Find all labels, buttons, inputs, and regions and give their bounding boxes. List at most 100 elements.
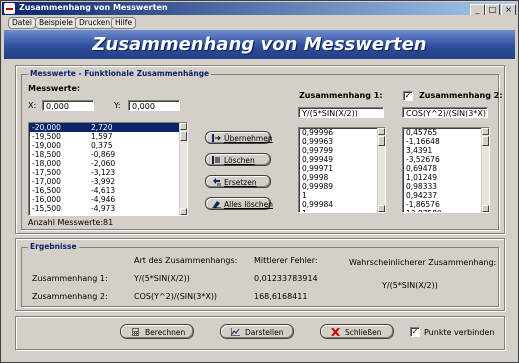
loeschen-button[interactable]: Löschen bbox=[205, 153, 271, 166]
list-item[interactable]: 0,99984 bbox=[299, 200, 385, 209]
col-fehler-header: Mittlerer Fehler: bbox=[254, 256, 318, 265]
result-row2-label: Zusammenhang 2: bbox=[32, 292, 108, 301]
list-item[interactable]: -3,52676 bbox=[403, 155, 489, 164]
count-value: 81 bbox=[103, 218, 114, 227]
list-item[interactable]: 0,69478 bbox=[403, 164, 489, 173]
title-bar[interactable]: Zusammenhang von Messwerten _ □ × bbox=[2, 2, 517, 16]
app-icon bbox=[4, 3, 15, 14]
list-item[interactable]: 0,94237 bbox=[403, 191, 489, 200]
list-item[interactable]: 0,98333 bbox=[403, 182, 489, 191]
zh2-values-list[interactable]: 0,45765 -1,16648 3,4391 -3,52676 0,69478 1,01… bbox=[402, 127, 490, 213]
uebernehmen-button[interactable]: Übernehmen bbox=[205, 131, 273, 144]
scroll-down-arrow-icon[interactable] bbox=[482, 205, 489, 212]
zh2-scrollbar[interactable] bbox=[481, 128, 489, 212]
y-value-cell: 1,597 bbox=[91, 132, 113, 141]
list-item[interactable]: 3,4391 bbox=[403, 146, 489, 155]
list-item[interactable]: -15,500 -4,973 bbox=[29, 204, 187, 213]
list-item[interactable]: 0,99989 bbox=[299, 182, 385, 191]
col-art-header: Art des Zusammenhangs: bbox=[134, 256, 238, 265]
list-item[interactable]: -16,500 -4,613 bbox=[29, 186, 187, 195]
x-value-cell: -15,500 bbox=[32, 204, 61, 213]
value-cell: 0,45765 bbox=[406, 128, 438, 137]
list-item[interactable]: 13,87589 bbox=[403, 209, 489, 212]
value-cell: 0,99996 bbox=[302, 128, 334, 137]
list-item[interactable]: -17,500 -3,123 bbox=[29, 168, 187, 177]
zh1-values-list[interactable]: 0,99996 0,99963 0,99799 0,99949 0,99971 0,999… bbox=[298, 127, 386, 213]
value-cell: 0,99989 bbox=[302, 182, 334, 191]
darstellen-button[interactable]: Darstellen bbox=[220, 324, 294, 339]
y-input[interactable]: 0,000 bbox=[128, 100, 180, 111]
punkte-checkbox[interactable]: ✓ bbox=[410, 327, 420, 337]
list-item[interactable]: 0,99963 bbox=[299, 137, 385, 146]
window-title: Zusammenhang von Messwerten bbox=[19, 3, 168, 12]
value-cell: -1,86576 bbox=[406, 200, 440, 209]
value-cell: 0,99963 bbox=[302, 137, 334, 146]
list-item[interactable]: 1 bbox=[299, 191, 385, 200]
scroll-thumb[interactable] bbox=[180, 131, 187, 141]
zh1-label: Zusammenhang 1: bbox=[299, 91, 383, 100]
list-item[interactable]: -16,000 -4,946 bbox=[29, 195, 187, 204]
value-cell: -3,52676 bbox=[406, 155, 440, 164]
scroll-up-arrow-icon[interactable] bbox=[482, 128, 489, 135]
menu-hilfe[interactable]: Hilfe bbox=[111, 17, 137, 29]
list-item[interactable]: -1,86576 bbox=[403, 200, 489, 209]
menu-beispiele[interactable]: Beispiele bbox=[35, 17, 77, 29]
list-item[interactable]: -19,000 0,375 bbox=[29, 141, 187, 150]
scroll-down-arrow-icon[interactable] bbox=[378, 205, 385, 212]
scroll-down-arrow-icon[interactable] bbox=[180, 208, 187, 215]
scroll-up-arrow-icon[interactable] bbox=[180, 123, 187, 130]
list-item[interactable]: 0,9998 bbox=[299, 173, 385, 182]
wahr-value: Y/(5*SIN(X/2)) bbox=[382, 281, 438, 290]
scroll-thumb[interactable] bbox=[482, 136, 489, 146]
list-item[interactable]: 0,99971 bbox=[299, 164, 385, 173]
value-cell: 0,99984 bbox=[302, 200, 334, 209]
x-value-cell: -16,500 bbox=[32, 186, 61, 195]
result-row1-art: Y/(5*SIN(X/2)) bbox=[134, 274, 190, 283]
zh1-scrollbar[interactable] bbox=[377, 128, 385, 212]
ersetzen-button[interactable]: Ersetzen bbox=[205, 175, 271, 188]
messwerte-scrollbar[interactable] bbox=[179, 123, 187, 215]
menu-bar: Datei Beispiele Drucken Hilfe bbox=[2, 15, 517, 29]
menu-datei[interactable]: Datei bbox=[8, 17, 37, 29]
result-row2-art: COS(Y^2)/(SIN(3*X)) bbox=[134, 292, 218, 301]
check-icon: ✓ bbox=[411, 327, 419, 336]
data-group: Messwerte - Funktionale Zusammenhänge Me… bbox=[21, 69, 503, 230]
y-value-cell: -4,946 bbox=[91, 195, 116, 204]
schliessen-label: Schließen bbox=[345, 328, 382, 337]
list-item[interactable]: 1 bbox=[299, 209, 385, 212]
list-item[interactable]: -17,000 -3,992 bbox=[29, 177, 187, 186]
menu-drucken[interactable]: Drucken bbox=[75, 17, 115, 29]
zh2-checkbox[interactable]: ✓ bbox=[403, 91, 413, 101]
value-cell: 0,99971 bbox=[302, 164, 334, 173]
y-value-cell: -0,869 bbox=[91, 150, 116, 159]
schliessen-button[interactable]: Schließen bbox=[320, 324, 394, 339]
results-group-title: Ergebnisse bbox=[28, 242, 79, 251]
list-item[interactable]: -20,000 2,720 bbox=[29, 123, 187, 132]
data-group-title: Messwerte - Funktionale Zusammenhänge bbox=[28, 69, 212, 78]
zh2-formula-input[interactable]: COS(Y^2)/(SIN(3*X)) bbox=[402, 107, 488, 118]
messwerte-list[interactable]: -20,000 2,720 -19,500 1,597 -19,000 0,375 -18,… bbox=[28, 122, 188, 216]
main-window: Zusammenhang von Messwerten _ □ × Datei … bbox=[0, 0, 519, 363]
x-input[interactable]: 0,000 bbox=[42, 100, 94, 111]
list-item[interactable]: -19,500 1,597 bbox=[29, 132, 187, 141]
x-value-cell: -18,500 bbox=[32, 150, 61, 159]
list-item[interactable]: 0,99799 bbox=[299, 146, 385, 155]
list-item[interactable]: 0,99996 bbox=[299, 128, 385, 137]
scroll-thumb[interactable] bbox=[378, 136, 385, 146]
zh1-formula-input[interactable]: Y/(5*SIN(X/2)) bbox=[298, 107, 384, 118]
list-item[interactable]: -18,000 -2,060 bbox=[29, 159, 187, 168]
list-item[interactable]: 0,99949 bbox=[299, 155, 385, 164]
y-value-cell: -3,992 bbox=[91, 177, 116, 186]
check-icon: ✓ bbox=[404, 91, 412, 100]
value-cell: 3,4391 bbox=[406, 146, 433, 155]
berechnen-button[interactable]: Berechnen bbox=[120, 324, 194, 339]
scroll-up-arrow-icon[interactable] bbox=[378, 128, 385, 135]
list-item[interactable]: -1,16648 bbox=[403, 137, 489, 146]
value-cell: 0,94237 bbox=[406, 191, 438, 200]
delete-row-icon bbox=[212, 156, 220, 164]
list-item[interactable]: 1,01249 bbox=[403, 173, 489, 182]
value-cell: 1,01249 bbox=[406, 173, 438, 182]
list-item[interactable]: 0,45765 bbox=[403, 128, 489, 137]
alle-loeschen-button[interactable]: Alles löschen bbox=[205, 197, 273, 210]
list-item[interactable]: -18,500 -0,869 bbox=[29, 150, 187, 159]
